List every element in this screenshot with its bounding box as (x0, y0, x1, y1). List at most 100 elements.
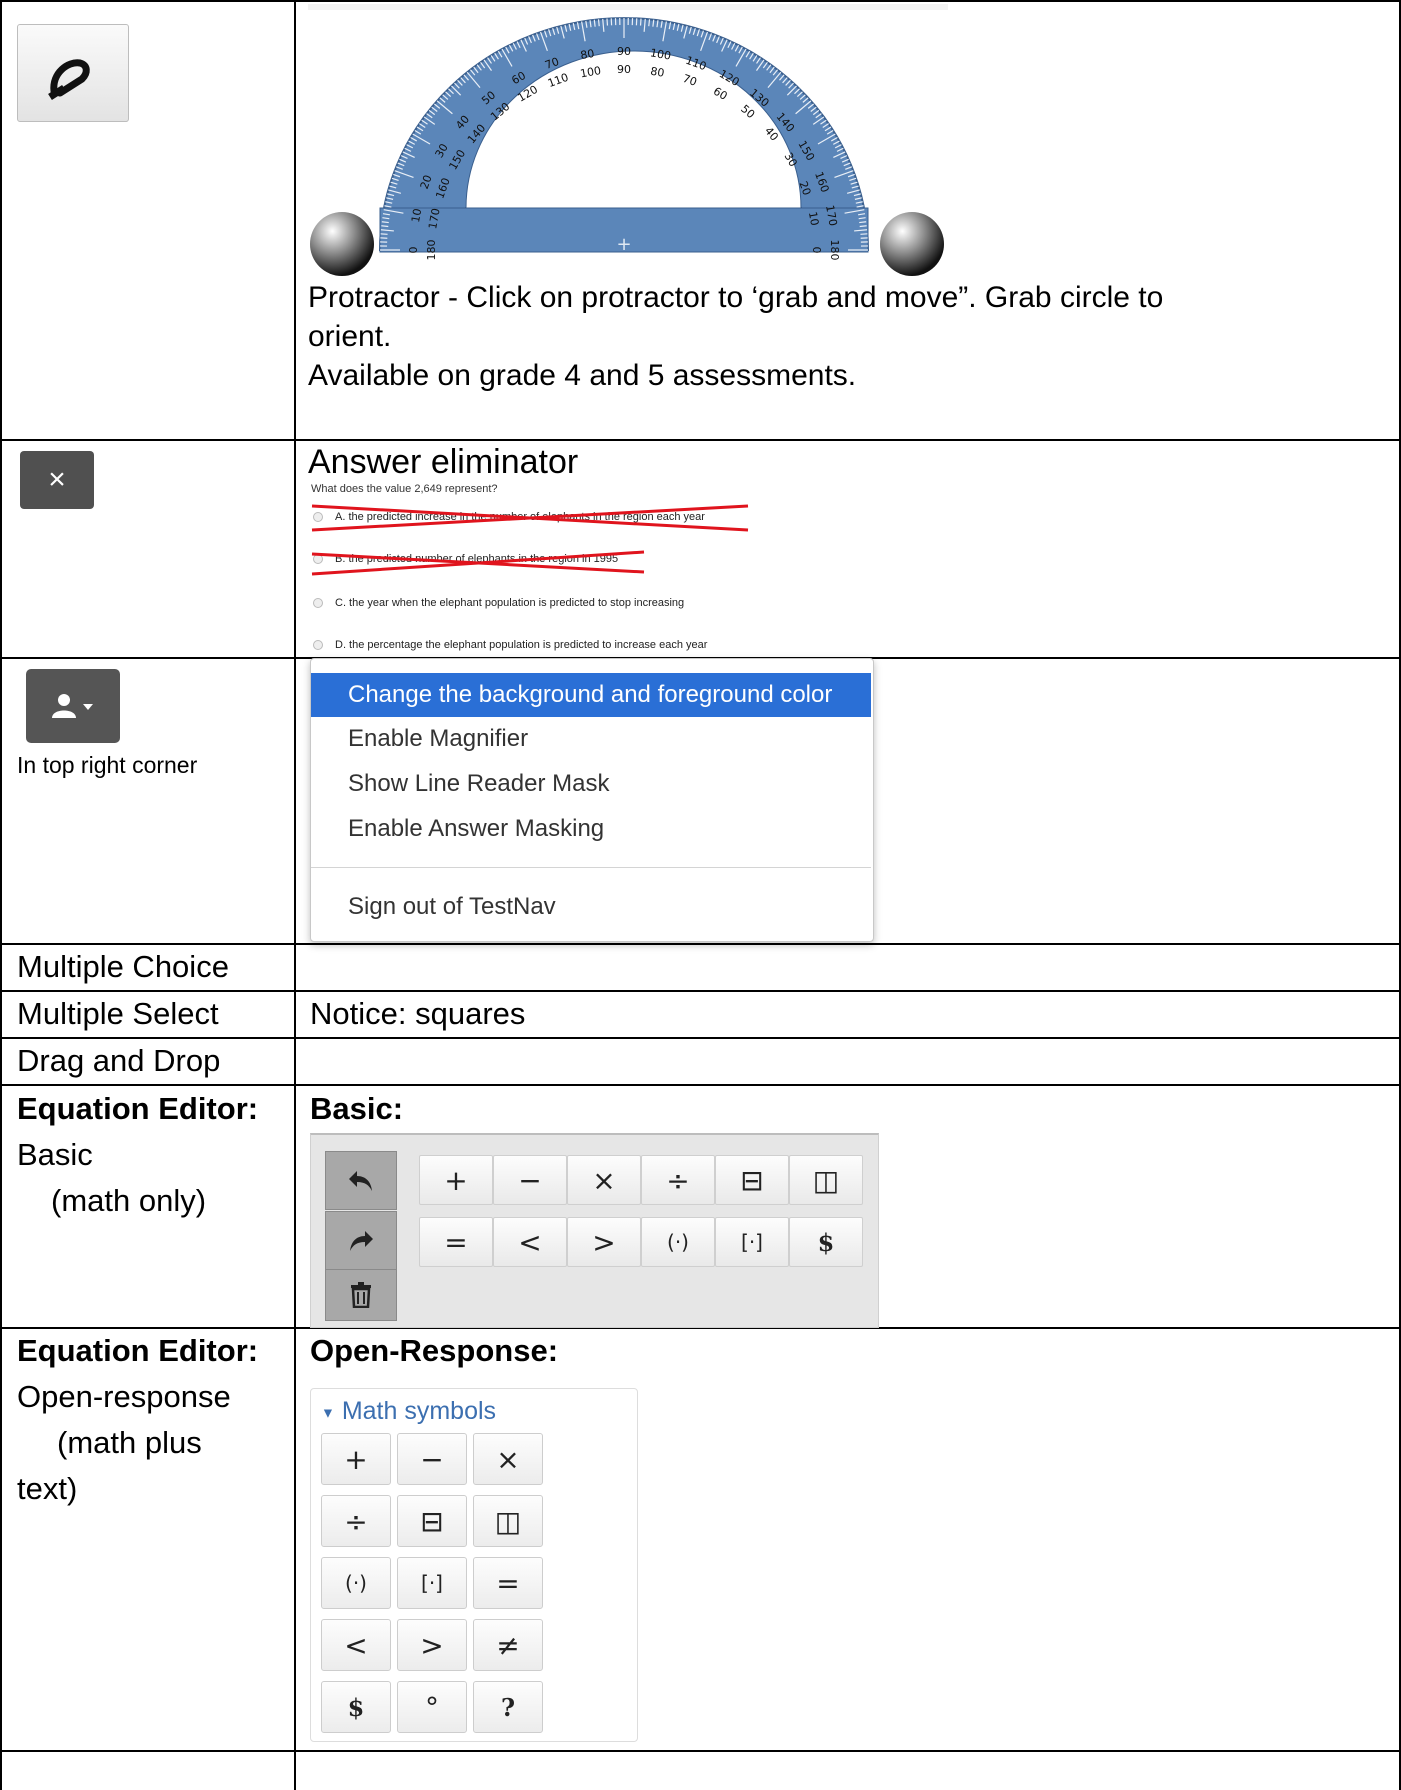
protractor-caption-line: Available on grade 4 and 5 assessments. (308, 359, 857, 392)
protractor-caption: Protractor - Click on protractor to ‘gra… (308, 278, 1388, 395)
equation-editor-basic: + − × ÷ ⊟ ◫ = < > (·) [·] $ (310, 1133, 879, 1328)
key-parentheses[interactable]: (·) (641, 1217, 715, 1267)
protractor-caption-line: orient. (308, 320, 392, 353)
user-dropdown-menu: Change the background and foreground col… (310, 658, 874, 942)
key-mixed-number[interactable]: ◫ (473, 1495, 543, 1547)
eq-open-label-line: (math plus (57, 1425, 202, 1460)
key-plus[interactable]: + (321, 1433, 391, 1485)
eq-open-heading: Open-Response: (310, 1333, 559, 1368)
key-mixed-number[interactable]: ◫ (789, 1155, 863, 1205)
key-times[interactable]: × (473, 1433, 543, 1485)
protractor-tick (597, 19, 600, 27)
protractor-outer-label: 0 (407, 247, 420, 254)
protractor-top-edge (308, 4, 948, 10)
key-plus[interactable]: + (419, 1155, 493, 1205)
key-dollar[interactable]: $ (789, 1217, 863, 1267)
menu-item-sign-out[interactable]: Sign out of TestNav (311, 885, 871, 929)
answer-option-c[interactable]: C. the year when the elephant population… (313, 597, 684, 609)
row-label-multiple-select: Multiple Select (17, 996, 219, 1031)
caret-down-icon (83, 704, 93, 710)
protractor-tick (381, 225, 389, 228)
protractor-inner-label: 10 (806, 211, 821, 227)
menu-divider (311, 867, 871, 868)
protractor-tick (652, 19, 655, 27)
row-divider (0, 1084, 1401, 1086)
multiple-select-note: Notice: squares (310, 996, 526, 1031)
row-divider (0, 943, 1401, 945)
key-minus[interactable]: − (493, 1155, 567, 1205)
protractor-inner-label: 180 (425, 240, 438, 261)
protractor-right-handle[interactable] (880, 212, 944, 276)
key-greater-than[interactable]: > (567, 1217, 641, 1267)
protractor-tick (381, 221, 389, 224)
key-less-than[interactable]: < (321, 1619, 391, 1671)
protractor-inner-label: 0 (810, 247, 823, 254)
menu-item-line-reader[interactable]: Show Line Reader Mask (311, 762, 871, 806)
row-label-multiple-choice: Multiple Choice (17, 949, 229, 984)
key-equals[interactable]: = (473, 1557, 543, 1609)
key-times[interactable]: × (567, 1155, 641, 1205)
math-symbols-toggle[interactable]: ▼ Math symbols (321, 1397, 496, 1426)
user-menu-button[interactable] (26, 669, 120, 743)
protractor-tool-button[interactable] (17, 24, 129, 122)
protractor-center-mark: + (616, 234, 631, 255)
key-fraction[interactable]: ⊟ (715, 1155, 789, 1205)
eq-basic-heading: Basic: (310, 1091, 404, 1126)
answer-option-d[interactable]: D. the percentage the elephant populatio… (313, 639, 707, 651)
protractor-tick (859, 221, 867, 224)
key-brackets[interactable]: [·] (397, 1557, 467, 1609)
row-divider (0, 1750, 1401, 1752)
close-icon: × (48, 463, 66, 496)
protractor-icon (48, 59, 90, 100)
radio-icon[interactable] (313, 640, 323, 650)
protractor-tick (859, 225, 867, 228)
key-brackets[interactable]: [·] (715, 1217, 789, 1267)
equation-editor-open-response: ▼ Math symbols + − × ÷ ⊟ ◫ (·) [·] = < >… (310, 1388, 638, 1742)
key-fraction[interactable]: ⊟ (397, 1495, 467, 1547)
protractor-tick (648, 19, 651, 27)
key-equals[interactable]: = (419, 1217, 493, 1267)
caret-down-icon: ▼ (321, 1404, 335, 1421)
answer-eliminator-button[interactable]: × (20, 451, 94, 509)
eq-open-label-heading: Equation Editor: (17, 1333, 259, 1368)
key-divide[interactable]: ÷ (321, 1495, 391, 1547)
eq-open-label-line: text) (17, 1471, 78, 1506)
key-question[interactable]: ? (473, 1681, 543, 1733)
user-icon (52, 694, 93, 718)
eq-basic-label-line: Basic (17, 1137, 93, 1172)
row-label-drag-drop: Drag and Drop (17, 1043, 221, 1078)
eq-open-label-line: Open-response (17, 1379, 231, 1414)
redo-icon (350, 1230, 373, 1251)
key-divide[interactable]: ÷ (641, 1155, 715, 1205)
strikeout-marks (311, 504, 749, 576)
user-menu-note: In top right corner (17, 752, 198, 778)
clear-button[interactable] (325, 1269, 397, 1321)
protractor-tick (593, 19, 596, 27)
key-not-equal[interactable]: ≠ (473, 1619, 543, 1671)
key-minus[interactable]: − (397, 1433, 467, 1485)
key-greater-than[interactable]: > (397, 1619, 467, 1671)
row-divider (0, 1037, 1401, 1039)
column-divider (294, 0, 296, 1790)
menu-item-answer-masking[interactable]: Enable Answer Masking (311, 807, 871, 851)
key-less-than[interactable]: < (493, 1217, 567, 1267)
key-degree[interactable]: ° (397, 1681, 467, 1733)
protractor-left-handle[interactable] (310, 212, 374, 276)
protractor-outer-label: 10 (409, 208, 424, 224)
menu-item-magnifier[interactable]: Enable Magnifier (311, 717, 871, 761)
protractor-inner-label: 80 (649, 65, 665, 80)
protractor-outer-label: 90 (617, 45, 631, 58)
protractor-outer-label: 180 (828, 240, 841, 261)
undo-button[interactable] (325, 1151, 397, 1210)
radio-icon[interactable] (313, 598, 323, 608)
protractor-graphic[interactable]: 0 18010 1702016030150401405013060120701108… (308, 4, 948, 280)
trash-icon (351, 1282, 371, 1308)
table-left-border (0, 0, 2, 1790)
key-dollar[interactable]: $ (321, 1681, 391, 1733)
row-divider (0, 439, 1401, 441)
key-parentheses[interactable]: (·) (321, 1557, 391, 1609)
eq-basic-label-heading: Equation Editor: (17, 1091, 259, 1126)
undo-icon (349, 1170, 372, 1191)
menu-item-change-colors[interactable]: Change the background and foreground col… (311, 673, 871, 717)
redo-button[interactable] (325, 1211, 397, 1270)
